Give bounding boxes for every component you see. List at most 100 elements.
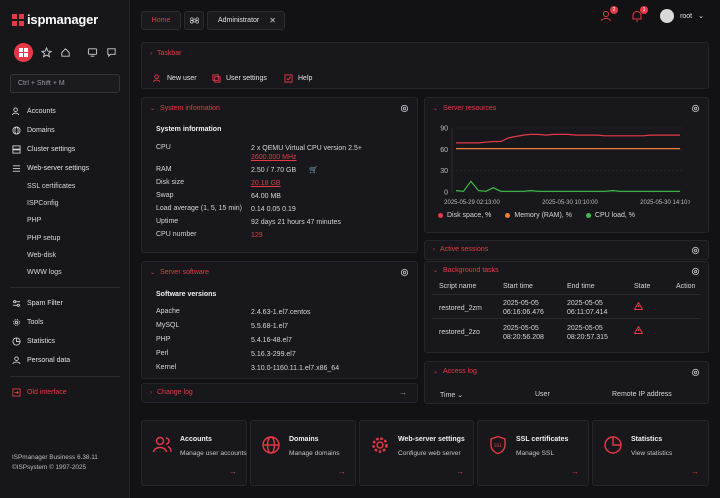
chevron-down-icon: ⌄ [433, 369, 439, 375]
column-header-time[interactable]: Time ⌄ [440, 391, 463, 399]
avatar [660, 9, 675, 23]
svg-text:SSL: SSL [494, 443, 503, 449]
background-tasks-header[interactable]: ⌄ Background tasks [433, 267, 499, 274]
sidebar-subitem-ssl[interactable]: SSL certificates [0, 178, 130, 195]
close-icon[interactable]: ✕ [269, 16, 276, 25]
access-log-header[interactable]: ⌄ Access log [433, 368, 477, 375]
column-header-start[interactable]: Start time [503, 283, 533, 290]
monitor-icon[interactable] [87, 47, 98, 58]
gear-icon [372, 437, 388, 453]
y-tick-label: 0 [444, 190, 448, 197]
column-header-action[interactable]: Action [676, 283, 695, 290]
users-online-button[interactable]: 2 [600, 6, 619, 23]
sidebar-item-tools[interactable]: Tools [0, 313, 130, 332]
column-header-remote-ip[interactable]: Remote IP address [612, 391, 672, 398]
card-webserver-settings[interactable]: Web-server settings Configure web server… [359, 420, 474, 486]
sidebar-subitem-ispconfig[interactable]: ISPConfig [0, 195, 130, 212]
users-badge: 2 [610, 6, 619, 14]
sidebar-subitem-php[interactable]: PHP [0, 212, 130, 229]
version-text: ISPmanager Business 6.38.11 [12, 454, 98, 461]
series-line-0 [456, 133, 680, 144]
legend-item-cpu[interactable]: CPU load, % [585, 212, 635, 219]
chevron-down-icon: ⌄ [433, 268, 439, 274]
star-icon[interactable] [41, 47, 52, 58]
sidebar-item-spam-filter[interactable]: Spam Filter [0, 294, 130, 313]
user-menu[interactable]: root ⌄ [660, 9, 704, 23]
column-header-end[interactable]: End time [567, 283, 595, 290]
tab-administrator[interactable]: Administrator ✕ [207, 11, 285, 30]
arrow-right-icon: → [571, 467, 579, 476]
legend-item-memory[interactable]: Memory (RAM), % [505, 212, 572, 219]
pie-chart-icon [604, 436, 622, 454]
system-info-header[interactable]: ⌄ System information [150, 105, 220, 112]
sidebar-subitem-php-setup[interactable]: PHP setup [0, 230, 130, 247]
changelog-header[interactable]: › Change log [150, 389, 193, 396]
search-input[interactable] [10, 74, 120, 93]
card-accounts[interactable]: Accounts Manage user accounts → [141, 420, 247, 486]
dashboard-icon [19, 48, 28, 57]
cpu-frequency-link[interactable]: 2600.000 MHz [251, 153, 297, 162]
copyright-text: ©ISPsystem © 1997-2025 [12, 464, 87, 471]
column-header-script[interactable]: Script name [439, 283, 476, 290]
quick-actions [14, 43, 117, 62]
sidebar-nav: Accounts Domains Cluster settings Web-se… [0, 102, 130, 402]
sidebar-item-webserver[interactable]: Web-server settings [0, 159, 130, 178]
cpu-number-link[interactable]: 129 [251, 231, 263, 240]
y-tick-label: 30 [440, 168, 448, 175]
tab-command[interactable] [184, 11, 204, 30]
help-button[interactable]: Help [284, 74, 312, 83]
home-icon[interactable] [60, 47, 71, 58]
sidebar-item-personal-data[interactable]: Personal data [0, 351, 130, 370]
divider [10, 287, 120, 289]
server-resources-header[interactable]: ⌄ Server resources [433, 105, 496, 112]
chart-legend: Disk space, % Memory (RAM), % CPU load, … [438, 212, 635, 219]
users-icon [152, 436, 172, 453]
users-icon [12, 107, 20, 116]
sidebar-item-statistics[interactable]: Statistics [0, 332, 130, 351]
logo[interactable]: ispmanager [12, 12, 98, 27]
card-domains[interactable]: Domains Manage domains → [250, 420, 356, 486]
warning-icon [634, 326, 643, 334]
sidebar-item-cluster[interactable]: Cluster settings [0, 140, 130, 159]
sidebar-item-domains[interactable]: Domains [0, 121, 130, 140]
x-tick-label: 2025-05-29 02:13:00 [444, 200, 500, 206]
chevron-down-icon: ⌄ [150, 106, 156, 112]
arrow-right-icon[interactable]: → [399, 388, 407, 397]
gear-icon[interactable] [691, 368, 700, 377]
dashboard-button[interactable] [14, 43, 33, 62]
chevron-down-icon: ⌄ [433, 106, 439, 112]
chat-icon[interactable] [106, 47, 117, 58]
exit-icon [12, 388, 21, 397]
warning-icon [634, 302, 643, 310]
old-interface-link[interactable]: Old interface [0, 383, 130, 402]
legend-item-disk[interactable]: Disk space, % [438, 212, 491, 219]
user-settings-button[interactable]: User settings [212, 74, 267, 83]
card-ssl-certificates[interactable]: SSL SSL certificates Manage SSL → [477, 420, 589, 486]
column-header-state[interactable]: State [634, 283, 650, 290]
active-sessions-header[interactable]: › Active sessions [433, 246, 488, 253]
gear-icon[interactable] [691, 104, 700, 113]
notifications-button[interactable]: 1 [630, 6, 649, 23]
sidebar: ispmanager Accounts Domains Cluster sett… [0, 0, 130, 498]
cart-icon[interactable]: 🛒 [309, 166, 318, 174]
column-header-user[interactable]: User [535, 391, 550, 398]
gear-icon[interactable] [691, 267, 700, 276]
gear-icon[interactable] [691, 246, 700, 255]
access-log-panel: ⌄ Access log Time ⌄ User Remote IP addres… [424, 361, 709, 404]
changelog-panel[interactable]: › Change log → [141, 383, 418, 403]
sidebar-subitem-www-logs[interactable]: WWW logs [0, 264, 130, 281]
gear-icon[interactable] [400, 104, 409, 113]
disk-size-link[interactable]: 20.18 GB [251, 179, 281, 188]
system-info-panel: ⌄ System information System information C… [141, 97, 418, 253]
active-sessions-panel[interactable]: › Active sessions [424, 240, 709, 260]
taskbar-header[interactable]: › Taskbar [150, 50, 182, 57]
sidebar-item-accounts[interactable]: Accounts [0, 102, 130, 121]
new-user-button[interactable]: New user [153, 74, 197, 83]
gear-icon[interactable] [400, 268, 409, 277]
chevron-right-icon: › [433, 246, 435, 253]
sidebar-subitem-web-disk[interactable]: Web-disk [0, 247, 130, 264]
software-subtitle: Software versions [156, 291, 217, 298]
card-statistics[interactable]: Statistics View statistics → [592, 420, 709, 486]
tab-home[interactable]: Home [141, 11, 181, 30]
software-header[interactable]: ⌄ Server software [150, 269, 209, 276]
